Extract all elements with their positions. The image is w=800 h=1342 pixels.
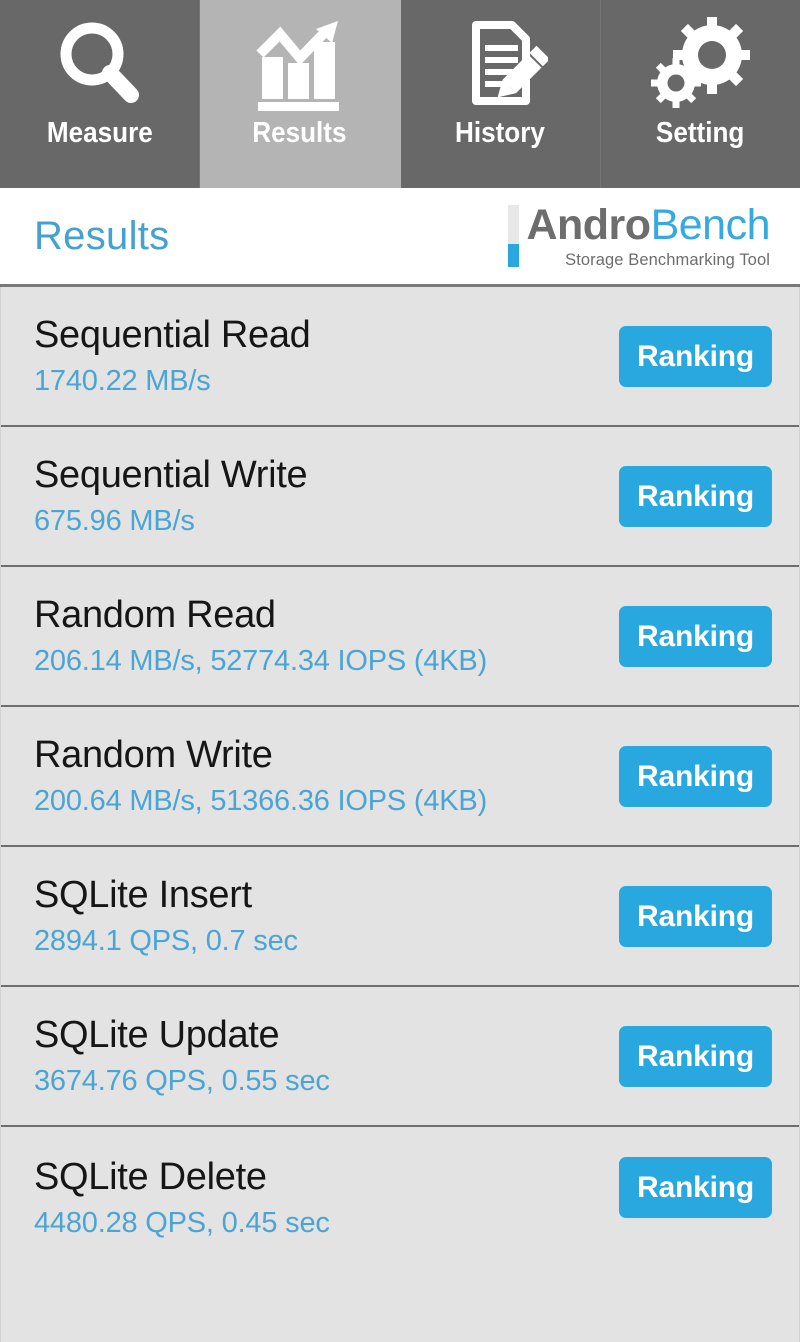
benchmark-name: SQLite Update (34, 1014, 280, 1056)
logo-wordmark: AndroBench (526, 204, 770, 247)
tab-history[interactable]: History (400, 0, 601, 188)
table-row: SQLite Delete 4480.28 QPS, 0.45 sec Rank… (1, 1127, 799, 1342)
benchmark-value: 2894.1 QPS, 0.7 sec (34, 925, 298, 957)
benchmark-value: 200.64 MB/s, 51366.36 IOPS (4KB) (34, 785, 488, 817)
page-header: Results AndroBench Storage Benchmarking … (0, 188, 800, 287)
magnifier-icon (0, 14, 199, 116)
logo-word-primary: Andro (526, 201, 651, 249)
gears-icon (601, 14, 800, 116)
row-texts: SQLite Delete 4480.28 QPS, 0.45 sec (34, 1155, 330, 1241)
tab-bar: Measure Results History Setting (0, 0, 800, 188)
androbench-app: Measure Results History Setting Results … (0, 0, 800, 1342)
table-row: Random Read 206.14 MB/s, 52774.34 IOPS (… (1, 567, 799, 709)
tab-label: Setting (656, 117, 745, 149)
tab-label: Results (252, 117, 348, 149)
ranking-button[interactable]: Ranking (619, 1157, 772, 1218)
tab-setting[interactable]: Setting (600, 0, 800, 188)
row-texts: Sequential Read 1740.22 MB/s (34, 313, 311, 399)
benchmark-value: 4480.28 QPS, 0.45 sec (34, 1207, 330, 1239)
tab-measure[interactable]: Measure (0, 0, 201, 188)
results-list: Sequential Read 1740.22 MB/s Ranking Seq… (0, 287, 800, 1342)
logo-bar-top (508, 205, 520, 244)
ranking-button[interactable]: Ranking (619, 325, 772, 387)
ranking-button[interactable]: Ranking (619, 465, 772, 527)
page-title: Results (34, 214, 170, 258)
ranking-button[interactable]: Ranking (619, 885, 772, 947)
androbench-logo: AndroBench Storage Benchmarking Tool (508, 204, 771, 270)
table-row: Sequential Read 1740.22 MB/s Ranking (1, 287, 799, 429)
benchmark-name: Sequential Read (34, 314, 311, 356)
bar-chart-trend-icon (200, 14, 399, 116)
table-row: SQLite Insert 2894.1 QPS, 0.7 sec Rankin… (1, 847, 799, 989)
benchmark-name: Random Write (34, 734, 273, 776)
benchmark-value: 206.14 MB/s, 52774.34 IOPS (4KB) (34, 645, 488, 677)
ranking-button[interactable]: Ranking (619, 1025, 772, 1087)
benchmark-value: 3674.76 QPS, 0.55 sec (34, 1065, 330, 1097)
ranking-button[interactable]: Ranking (619, 745, 772, 807)
table-row: Sequential Write 675.96 MB/s Ranking (1, 427, 799, 569)
logo-bar-bottom (508, 244, 520, 267)
benchmark-value: 1740.22 MB/s (34, 365, 211, 397)
logo-tagline: Storage Benchmarking Tool (565, 251, 770, 269)
row-texts: Random Write 200.64 MB/s, 51366.36 IOPS … (34, 733, 487, 819)
logo-word-secondary: Bench (650, 201, 771, 249)
tab-results[interactable]: Results (200, 0, 401, 188)
tab-label: History (455, 117, 546, 149)
table-row: SQLite Update 3674.76 QPS, 0.55 sec Rank… (1, 987, 799, 1129)
benchmark-name: Sequential Write (34, 454, 308, 496)
ranking-button[interactable]: Ranking (619, 605, 772, 667)
benchmark-name: Random Read (34, 594, 276, 636)
row-texts: Sequential Write 675.96 MB/s (34, 453, 308, 539)
benchmark-name: SQLite Delete (34, 1156, 267, 1198)
logo-text: AndroBench Storage Benchmarking Tool (526, 204, 770, 270)
row-texts: Random Read 206.14 MB/s, 52774.34 IOPS (… (34, 593, 487, 679)
benchmark-value: 675.96 MB/s (34, 505, 195, 537)
tab-label: Measure (46, 117, 153, 149)
table-row: Random Write 200.64 MB/s, 51366.36 IOPS … (1, 707, 799, 849)
row-texts: SQLite Insert 2894.1 QPS, 0.7 sec (34, 873, 298, 959)
row-texts: SQLite Update 3674.76 QPS, 0.55 sec (34, 1013, 330, 1099)
benchmark-name: SQLite Insert (34, 874, 252, 916)
logo-bar-icon (508, 205, 520, 267)
document-pencil-icon (401, 14, 600, 116)
